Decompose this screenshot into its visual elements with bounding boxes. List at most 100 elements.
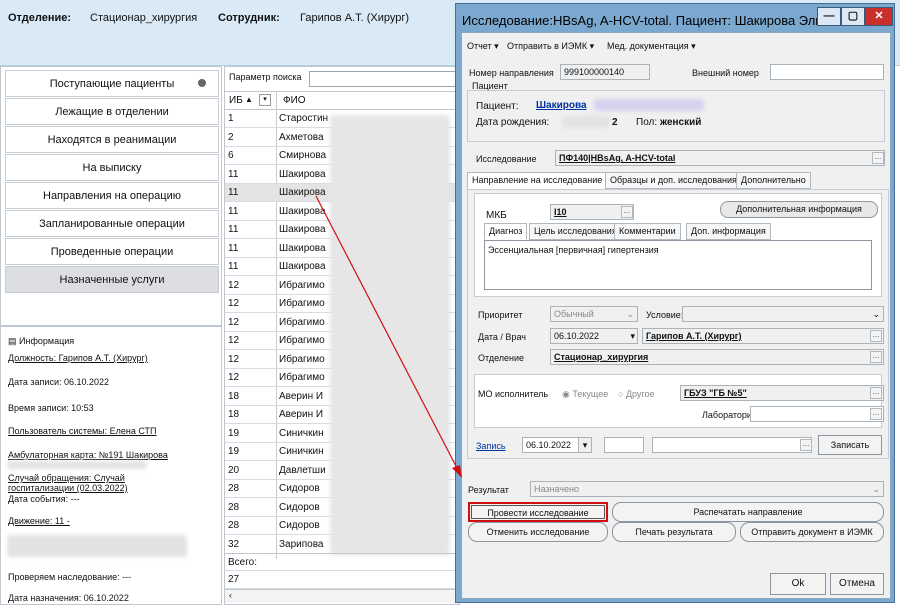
cell-fio: Зарипова <box>279 538 324 550</box>
subtab-purpose[interactable]: Цель исследования <box>529 223 622 240</box>
nav-planned-ops[interactable]: Запланированные операции <box>5 210 219 237</box>
total-row: Всего: <box>225 553 459 571</box>
cell-fio: Аверин И <box>279 390 324 402</box>
mo-executor-label: МО исполнитель <box>478 389 549 399</box>
info-user[interactable]: Пользователь системы: Елена СТП <box>8 426 157 436</box>
cell-fio: Сидоров <box>279 501 320 513</box>
info-case-line2[interactable]: госпитализации (02.03.2022) <box>8 483 128 493</box>
record-date-dropdown-icon[interactable]: ▾ <box>578 437 592 453</box>
maximize-icon[interactable]: ▢ <box>841 7 865 26</box>
info-assign-date: Дата назначения: 06.10.2022 <box>8 593 129 603</box>
info-card[interactable]: Амбулаторная карта: №191 Шакирова <box>8 450 168 460</box>
cell-ib: 18 <box>228 390 240 402</box>
dob-label: Дата рождения: <box>476 117 550 128</box>
subtab-extra-info[interactable]: Доп. информация <box>686 223 771 240</box>
tab-referral[interactable]: Направление на исследование <box>467 172 608 189</box>
record-note-field[interactable] <box>652 437 812 453</box>
radio-other[interactable]: ○ Другое <box>618 389 655 399</box>
doctor-picker-icon[interactable]: … <box>870 330 882 342</box>
status-dot-icon <box>198 79 206 87</box>
cell-fio: Шакирова <box>279 242 326 254</box>
record-picker-icon[interactable]: … <box>800 439 812 451</box>
filter-dropdown-icon[interactable]: ▾ <box>259 94 271 106</box>
radio-current[interactable]: ◉ Текущее <box>562 389 608 400</box>
nav-label: Проведенные операции <box>50 246 174 258</box>
subtab-comments[interactable]: Комментарии <box>614 223 681 240</box>
total-label: Всего: <box>228 557 257 568</box>
patient-name-link[interactable]: Шакирова <box>536 100 587 111</box>
priority-label: Приоритет <box>478 310 523 320</box>
ok-button[interactable]: Ok <box>770 573 826 595</box>
laboratory-field[interactable] <box>750 406 884 422</box>
minimize-icon[interactable]: — <box>817 7 841 26</box>
info-case-line1[interactable]: Случай обращения: Случай <box>8 473 125 483</box>
cancel-button[interactable]: Отмена <box>830 573 884 595</box>
condition-select[interactable]: ⌄ <box>682 306 884 322</box>
info-title-text: Информация <box>19 336 75 346</box>
scroll-left-icon[interactable]: ‹ <box>229 590 232 600</box>
tab-additional[interactable]: Дополнительно <box>736 172 811 189</box>
mkb-label: МКБ <box>486 210 507 221</box>
external-no-input[interactable] <box>770 64 884 80</box>
nav-surgery-referrals[interactable]: Направления на операцию <box>5 182 219 209</box>
info-panel: ▤ Информация Должность: Гарипов А.Т. (Хи… <box>0 326 222 605</box>
cell-ib: 2 <box>228 131 234 143</box>
calendar-dropdown-icon[interactable]: ▾ <box>630 329 635 343</box>
info-time: Время записи: 10:53 <box>8 403 94 413</box>
send-iemk-button[interactable]: Отправить документ в ИЭМК <box>740 522 884 542</box>
nav-label: Назначенные услуги <box>59 274 165 286</box>
doctor-field: Гарипов А.Т. (Хирург) <box>642 328 884 344</box>
nav-incoming[interactable]: Поступающие пациенты <box>5 70 219 97</box>
print-result-button[interactable]: Печать результата <box>612 522 736 542</box>
patient-group <box>467 90 885 142</box>
laboratory-picker-icon[interactable]: … <box>870 408 882 420</box>
cell-ib: 32 <box>228 538 240 550</box>
diagnosis-textarea[interactable]: Эссенциальная [первичная] гипертензия <box>484 240 872 290</box>
menu-send-iemk[interactable]: Отправить в ИЭМК ▾ <box>507 41 594 52</box>
record-time-field[interactable] <box>604 437 644 453</box>
result-value: Назначено <box>534 484 579 494</box>
cell-ib: 28 <box>228 501 240 513</box>
mo-picker-icon[interactable]: … <box>870 387 882 399</box>
menu-report[interactable]: Отчет ▾ <box>467 41 499 52</box>
nav-icu[interactable]: Находятся в реанимации <box>5 126 219 153</box>
department-picker-icon[interactable]: … <box>870 351 882 363</box>
cell-fio: Ибрагимо <box>279 372 325 383</box>
cell-ib: 11 <box>228 261 239 272</box>
result-select[interactable]: Назначено ⌄ <box>530 481 884 497</box>
date-value: 06.10.2022 <box>554 331 600 341</box>
record-link[interactable]: Запись <box>476 441 506 451</box>
cancel-study-button[interactable]: Отменить исследование <box>468 522 608 542</box>
dob-tail: 2 <box>612 117 618 128</box>
sort-asc-icon[interactable]: ▲ <box>245 95 253 104</box>
search-input[interactable] <box>309 71 459 87</box>
laboratory-label: Лаборатория <box>702 410 757 420</box>
menu-med-docs[interactable]: Мед. документация ▾ <box>607 41 696 52</box>
close-icon[interactable]: ✕ <box>865 7 893 26</box>
cell-ib: 11 <box>228 205 239 217</box>
info-move[interactable]: Движение: 11 - <box>8 516 70 526</box>
info-position[interactable]: Должность: Гарипов А.Т. (Хирург) <box>8 353 148 363</box>
cell-fio: Шакирова <box>279 168 326 180</box>
search-label: Параметр поиска <box>229 72 302 82</box>
horizontal-scrollbar[interactable]: ‹ <box>225 589 459 603</box>
col-header-ib[interactable]: ИБ <box>229 95 243 106</box>
mkb-picker-icon[interactable]: … <box>621 206 633 218</box>
cell-fio: Шакирова <box>279 224 326 235</box>
conduct-study-button[interactable]: Провести исследование <box>468 502 608 522</box>
additional-info-button[interactable]: Дополнительная информация <box>720 201 878 218</box>
subtab-diagnosis[interactable]: Диагноз <box>484 223 528 240</box>
nav-assigned-services[interactable]: Назначенные услуги <box>5 266 219 293</box>
study-picker-icon[interactable]: … <box>872 152 884 164</box>
date-field[interactable]: 06.10.2022 ▾ <box>550 328 638 344</box>
priority-select[interactable]: Обычный ⌄ <box>550 306 638 322</box>
nav-label: На выписку <box>82 162 142 174</box>
col-header-fio[interactable]: ФИО <box>283 95 306 106</box>
print-referral-button[interactable]: Распечатать направление <box>612 502 884 522</box>
nav-discharge[interactable]: На выписку <box>5 154 219 181</box>
cell-fio: Шакирова <box>279 205 326 217</box>
nav-done-ops[interactable]: Проведенные операции <box>5 238 219 265</box>
nav-lying[interactable]: Лежащие в отделении <box>5 98 219 125</box>
record-button[interactable]: Записать <box>818 435 882 455</box>
tab-samples[interactable]: Образцы и доп. исследования <box>605 172 742 189</box>
